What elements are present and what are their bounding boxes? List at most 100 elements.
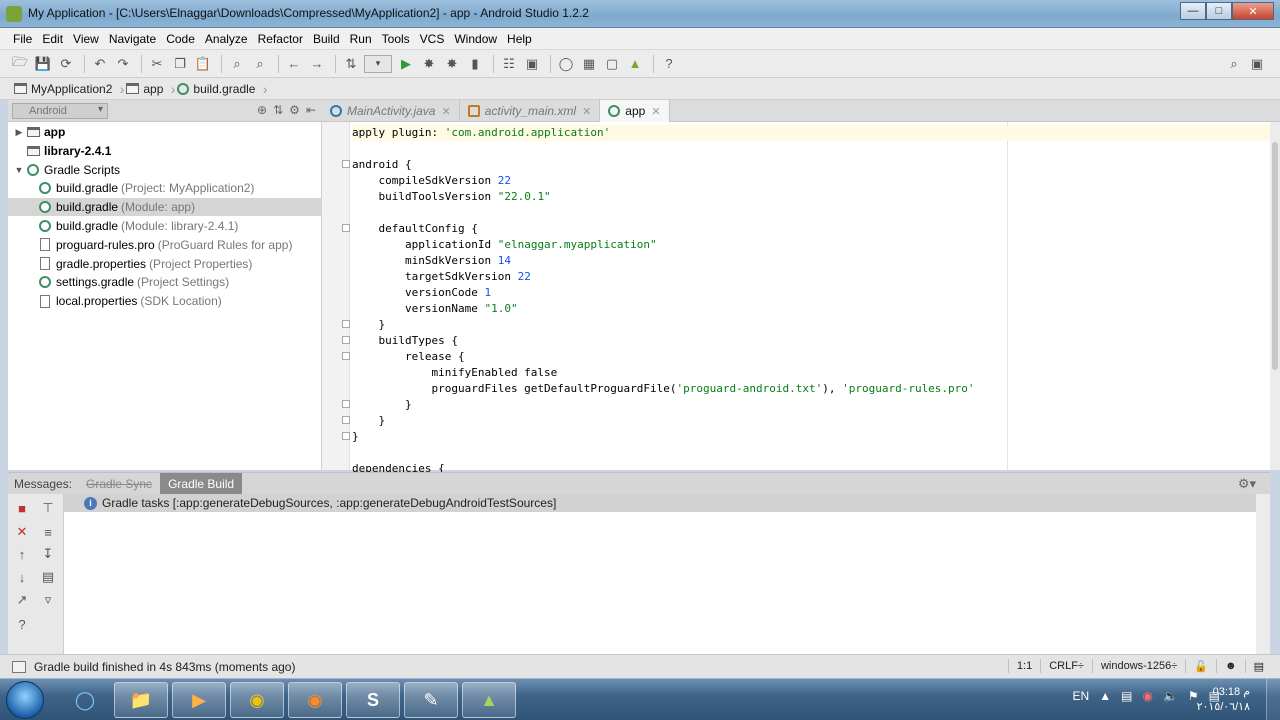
tab-activity-main[interactable]: activity_main.xml ✕ bbox=[460, 100, 601, 122]
menu-vcs[interactable]: VCS bbox=[415, 32, 450, 46]
menu-navigate[interactable]: Navigate bbox=[104, 32, 161, 46]
tab-gradle-build[interactable]: Gradle Build bbox=[160, 472, 243, 495]
layout-icon[interactable]: ▣ bbox=[1247, 54, 1267, 74]
tree-item[interactable]: proguard-rules.pro (ProGuard Rules for ap… bbox=[8, 236, 322, 254]
messages-scrollbar[interactable] bbox=[1256, 494, 1270, 654]
breadcrumb-file[interactable]: build.gradle bbox=[173, 81, 268, 97]
show-hidden-icon[interactable]: ▲ bbox=[1099, 689, 1111, 703]
code-content[interactable]: apply plugin: 'com.android.application' … bbox=[352, 125, 1270, 477]
run-icon[interactable]: ▶ bbox=[396, 54, 416, 74]
file-encoding[interactable]: windows-1256÷ bbox=[1091, 659, 1185, 673]
filter-icon[interactable]: ▿ bbox=[40, 592, 56, 608]
collapse-all-icon[interactable]: ⇅ bbox=[273, 103, 283, 117]
inspector-icon[interactable]: ☻ bbox=[1216, 659, 1245, 673]
android-studio-task-icon[interactable]: ▲ bbox=[462, 682, 516, 718]
code-editor[interactable]: apply plugin: 'com.android.application' … bbox=[322, 122, 1270, 475]
paste-icon[interactable]: 📋 bbox=[193, 54, 213, 74]
menu-file[interactable]: File bbox=[8, 32, 37, 46]
expand-all-icon[interactable]: ⊤ bbox=[40, 500, 56, 516]
fold-marker[interactable] bbox=[342, 320, 350, 328]
replace-icon[interactable]: ⌕ bbox=[250, 54, 270, 74]
close-tab-icon[interactable]: ✕ bbox=[651, 105, 660, 118]
explorer-icon[interactable]: 📁 bbox=[114, 682, 168, 718]
find-icon[interactable]: ⌕ bbox=[227, 54, 247, 74]
menu-window[interactable]: Window bbox=[449, 32, 502, 46]
caret-position[interactable]: 1:1 bbox=[1007, 659, 1040, 673]
tree-item[interactable]: library-2.4.1 bbox=[8, 142, 322, 160]
stop-icon[interactable]: ▮ bbox=[465, 54, 485, 74]
device-monitor-icon[interactable]: ▢ bbox=[602, 54, 622, 74]
avd-manager-icon[interactable]: ▦ bbox=[579, 54, 599, 74]
menu-edit[interactable]: Edit bbox=[37, 32, 68, 46]
fold-marker[interactable] bbox=[342, 336, 350, 344]
breadcrumb-module[interactable]: app bbox=[122, 81, 175, 97]
project-structure-icon[interactable]: ☷ bbox=[499, 54, 519, 74]
fold-marker[interactable] bbox=[342, 224, 350, 232]
menu-analyze[interactable]: Analyze bbox=[200, 32, 253, 46]
redo-icon[interactable]: ↷ bbox=[113, 54, 133, 74]
copy-icon[interactable]: ❐ bbox=[170, 54, 190, 74]
tree-item[interactable]: build.gradle (Module: library-2.4.1) bbox=[8, 217, 322, 235]
media-player-icon[interactable]: ▶ bbox=[172, 682, 226, 718]
menu-tools[interactable]: Tools bbox=[377, 32, 415, 46]
collapse-all-icon[interactable]: ≡ bbox=[40, 524, 56, 540]
open-folder-icon[interactable]: 🗁 bbox=[10, 54, 30, 74]
export-icon[interactable]: ↧ bbox=[40, 546, 56, 562]
menu-build[interactable]: Build bbox=[308, 32, 345, 46]
tree-item[interactable]: gradle.properties (Project Properties) bbox=[8, 255, 322, 273]
firefox-icon[interactable]: ◉ bbox=[288, 682, 342, 718]
sync-icon[interactable]: ⟳ bbox=[56, 54, 76, 74]
tree-item[interactable]: ▼ Gradle Scripts bbox=[8, 161, 322, 179]
skype-icon[interactable]: S bbox=[346, 682, 400, 718]
sdk-manager-icon[interactable]: ▣ bbox=[522, 54, 542, 74]
next-icon[interactable]: ↓ bbox=[14, 569, 30, 585]
make-project-icon[interactable]: ⇅ bbox=[341, 54, 361, 74]
close-tab-icon[interactable]: ✕ bbox=[582, 105, 591, 118]
autoscroll-icon[interactable]: ▤ bbox=[40, 569, 56, 585]
fold-marker[interactable] bbox=[342, 352, 350, 360]
close-tab-icon[interactable]: ✕ bbox=[441, 105, 450, 118]
menu-run[interactable]: Run bbox=[345, 32, 377, 46]
collapsed-arrow-icon[interactable]: ▶ bbox=[12, 127, 26, 138]
tree-item[interactable]: settings.gradle (Project Settings) bbox=[8, 273, 322, 291]
gear-icon[interactable]: ⚙▾ bbox=[1238, 476, 1256, 492]
show-desktop-button[interactable] bbox=[1266, 679, 1280, 720]
back-icon[interactable]: ← bbox=[284, 54, 304, 74]
run-config-dropdown[interactable]: ▾ bbox=[364, 54, 392, 73]
fold-marker[interactable] bbox=[342, 416, 350, 424]
menu-code[interactable]: Code bbox=[161, 32, 200, 46]
maximize-button[interactable]: □ bbox=[1206, 2, 1232, 20]
help-icon[interactable]: ? bbox=[14, 616, 30, 632]
close-icon[interactable]: ✕ bbox=[14, 524, 30, 540]
menu-refactor[interactable]: Refactor bbox=[253, 32, 308, 46]
export-to-text-icon[interactable]: ↗ bbox=[14, 592, 30, 608]
tab-mainactivity[interactable]: MainActivity.java ✕ bbox=[322, 100, 460, 122]
cut-icon[interactable]: ✂ bbox=[147, 54, 167, 74]
stop-icon[interactable]: ■ bbox=[14, 500, 30, 516]
hide-panel-icon[interactable]: ⇤ bbox=[306, 103, 316, 117]
message-row[interactable]: i Gradle tasks [:app:generateDebugSource… bbox=[64, 494, 1256, 512]
event-log-icon[interactable]: ▤ bbox=[1244, 659, 1272, 673]
tree-item[interactable]: build.gradle (Module: app) bbox=[8, 198, 322, 217]
tree-item[interactable]: local.properties (SDK Location) bbox=[8, 292, 322, 310]
forward-icon[interactable]: → bbox=[307, 54, 327, 74]
lock-icon[interactable]: 🔓 bbox=[1185, 659, 1216, 673]
chrome-icon[interactable]: ◉ bbox=[230, 682, 284, 718]
project-view-dropdown[interactable]: Android bbox=[12, 102, 108, 119]
close-button[interactable]: ✕ bbox=[1232, 2, 1274, 20]
sync-gradle-icon[interactable]: ◯ bbox=[556, 54, 576, 74]
attach-debugger-icon[interactable]: ✸ bbox=[442, 54, 462, 74]
menu-view[interactable]: View bbox=[68, 32, 104, 46]
tree-item[interactable]: ▶ app bbox=[8, 123, 322, 141]
start-button[interactable] bbox=[6, 681, 44, 719]
expanded-arrow-icon[interactable]: ▼ bbox=[12, 165, 26, 175]
fold-marker[interactable] bbox=[342, 160, 350, 168]
fold-marker[interactable] bbox=[342, 432, 350, 440]
tab-gradle-sync[interactable]: Gradle Sync bbox=[78, 473, 160, 495]
tool-windows-icon[interactable] bbox=[12, 660, 26, 673]
debug-icon[interactable]: ✸ bbox=[419, 54, 439, 74]
gear-icon[interactable]: ⚙ bbox=[289, 103, 300, 117]
breadcrumb-project[interactable]: MyApplication2 bbox=[10, 81, 125, 97]
android-icon[interactable]: ▲ bbox=[625, 54, 645, 74]
help-icon[interactable]: ? bbox=[659, 54, 679, 74]
